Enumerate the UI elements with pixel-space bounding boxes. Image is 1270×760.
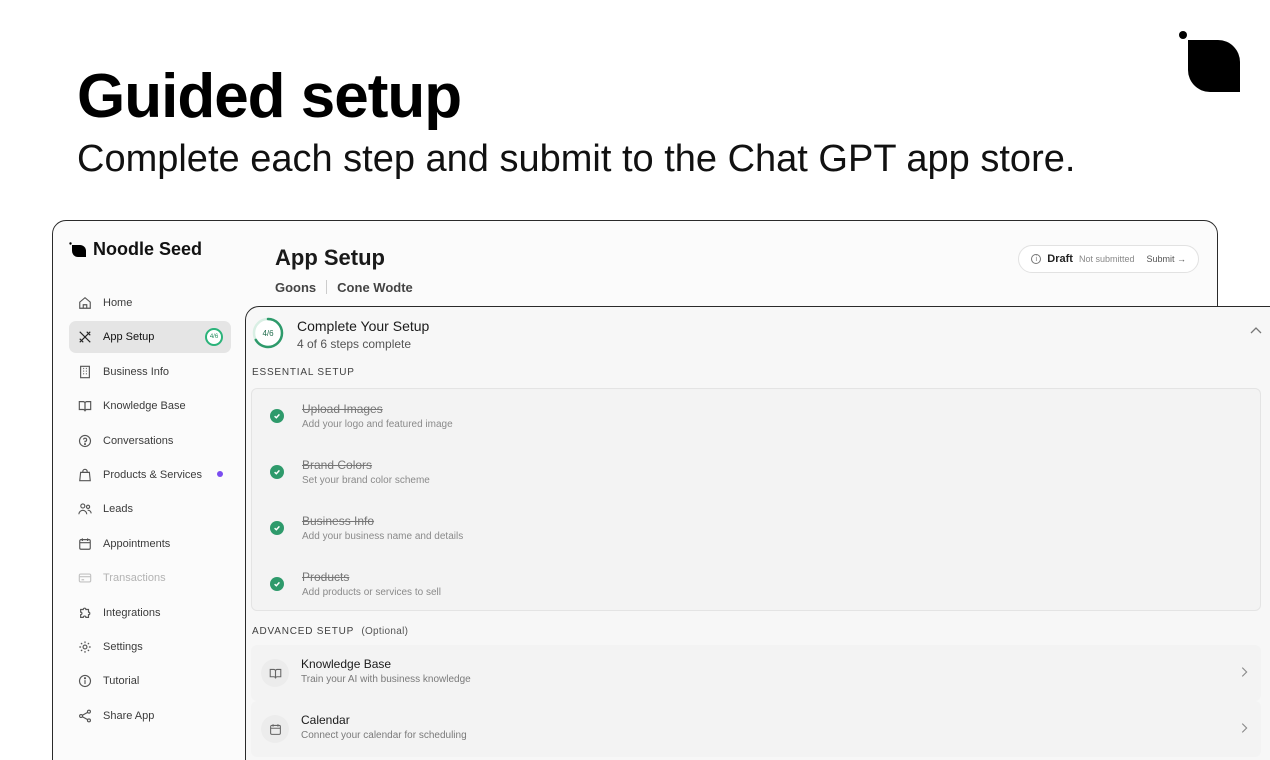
sidebar-item-label: Home (103, 297, 133, 309)
essential-steps-card: Upload Images Add your logo and featured… (251, 388, 1261, 611)
check-circle-icon (270, 577, 284, 591)
advanced-item-title: Calendar (301, 713, 350, 727)
page-tabs: Goons Cone Wodte (275, 280, 413, 295)
bag-icon (77, 467, 93, 483)
setup-panel: 4/6 Complete Your Setup 4 of 6 steps com… (245, 306, 1270, 760)
sidebar-item-conversations[interactable]: Conversations (69, 425, 231, 457)
share-icon (77, 708, 93, 724)
info-icon (77, 673, 93, 689)
sidebar-item-appointments[interactable]: Appointments (69, 528, 231, 560)
sidebar-item-label: Business Info (103, 365, 170, 378)
step-upload-images[interactable]: Upload Images Add your logo and featured… (252, 389, 1260, 445)
setup-title: Complete Your Setup (297, 318, 430, 334)
hero-title: Guided setup (77, 62, 462, 131)
logo-leaf-icon (69, 241, 86, 257)
step-title: Products (302, 570, 350, 584)
step-description: Add your logo and featured image (302, 419, 453, 430)
sidebar-item-label: Settings (103, 640, 143, 653)
sidebar-item-label: Integrations (103, 606, 161, 619)
sidebar-item-label: Transactions (103, 572, 166, 585)
progress-badge: 4/6 (205, 328, 223, 347)
sidebar-item-business-info[interactable]: Business Info (69, 356, 231, 388)
sidebar-nav: Home App Setup 4/6 Business Info Knowled… (69, 287, 231, 734)
sidebar-item-knowledge-base[interactable]: Knowledge Base (69, 390, 231, 422)
brand-logo-icon (1179, 31, 1240, 92)
notification-dot (217, 470, 223, 477)
chevron-up-icon[interactable] (1248, 323, 1264, 339)
sidebar-item-integrations[interactable]: Integrations (69, 597, 231, 629)
calendar-icon (261, 715, 289, 743)
step-brand-colors[interactable]: Brand Colors Set your brand color scheme (252, 445, 1260, 501)
step-title: Upload Images (302, 402, 383, 416)
app-logo[interactable]: Noodle Seed (69, 239, 202, 260)
sidebar: Noodle Seed Home App Setup 4/6 Business … (53, 221, 243, 760)
status-pill: i Draft Not submitted Submit → (1018, 245, 1199, 273)
sidebar-item-label: Products & Services (103, 468, 203, 481)
step-description: Set your brand color scheme (302, 475, 430, 486)
sidebar-item-label: Share App (103, 709, 155, 722)
check-circle-icon (270, 521, 284, 535)
chevron-right-icon (1241, 723, 1248, 733)
sidebar-item-app-setup[interactable]: App Setup 4/6 (69, 321, 231, 354)
progress-label: 4/6 (262, 328, 274, 338)
essential-section-label: ESSENTIAL SETUP (252, 367, 355, 378)
sidebar-item-label: Knowledge Base (103, 400, 186, 413)
optional-label: (Optional) (361, 626, 409, 637)
gear-icon (77, 639, 93, 655)
step-title: Brand Colors (302, 458, 373, 472)
hero-subtitle: Complete each step and submit to the Cha… (77, 138, 1076, 180)
calendar-icon (77, 536, 93, 552)
card-icon (77, 570, 93, 586)
step-business-info[interactable]: Business Info Add your business name and… (252, 501, 1260, 557)
puzzle-icon (77, 605, 93, 621)
sidebar-item-products-services[interactable]: Products & Services (69, 459, 231, 491)
sidebar-item-label: Conversations (103, 434, 174, 447)
sidebar-item-label: Appointments (103, 537, 171, 550)
advanced-item-title: Knowledge Base (301, 657, 392, 671)
sidebar-item-label: Leads (103, 503, 133, 516)
home-icon (77, 295, 93, 311)
sidebar-item-transactions[interactable]: Transactions (69, 562, 231, 594)
sidebar-item-label: App Setup (103, 331, 155, 344)
page: Guided setup Complete each step and subm… (0, 0, 1270, 760)
advanced-section-label: ADVANCED SETUP (Optional) (252, 626, 408, 637)
sidebar-item-settings[interactable]: Settings (69, 631, 231, 663)
sidebar-item-share-app[interactable]: Share App (69, 700, 231, 732)
tab-first[interactable]: Goons (275, 280, 316, 295)
tools-icon (77, 329, 93, 345)
step-description: Add your business name and details (302, 531, 464, 542)
advanced-item-knowledge-base[interactable]: Knowledge Base Train your AI with busine… (251, 645, 1261, 701)
book-icon (261, 659, 289, 687)
submit-button[interactable]: Submit → (1146, 254, 1186, 264)
info-circle-icon: i (1031, 254, 1042, 264)
tab-second[interactable]: Cone Wodte (337, 280, 413, 295)
setup-panel-header[interactable]: 4/6 Complete Your Setup 4 of 6 steps com… (252, 317, 1270, 351)
chat-icon (77, 433, 93, 449)
brand-name: Noodle Seed (93, 239, 203, 259)
setup-subtitle: 4 of 6 steps complete (297, 337, 412, 351)
building-icon (77, 364, 93, 380)
page-title: App Setup (275, 245, 385, 270)
status-state: Not submitted (1078, 254, 1135, 264)
step-products[interactable]: Products Add products or services to sel… (252, 557, 1260, 613)
chevron-right-icon (1241, 667, 1248, 677)
sidebar-item-tutorial[interactable]: Tutorial (69, 665, 231, 697)
advanced-item-description: Connect your calendar for scheduling (301, 730, 467, 741)
check-circle-icon (270, 465, 284, 479)
advanced-item-description: Train your AI with business knowledge (301, 674, 471, 685)
advanced-label: ADVANCED SETUP (252, 626, 355, 637)
sidebar-item-leads[interactable]: Leads (69, 493, 231, 525)
sidebar-item-home[interactable]: Home (69, 287, 231, 319)
users-icon (77, 501, 93, 517)
tab-divider (326, 280, 328, 294)
sidebar-item-label: Tutorial (103, 675, 140, 688)
book-icon (77, 398, 93, 414)
step-description: Add products or services to sell (302, 587, 441, 598)
advanced-item-calendar[interactable]: Calendar Connect your calendar for sched… (251, 701, 1261, 757)
status-label: Draft (1047, 253, 1073, 265)
check-circle-icon (270, 409, 284, 423)
step-title: Business Info (302, 514, 375, 528)
